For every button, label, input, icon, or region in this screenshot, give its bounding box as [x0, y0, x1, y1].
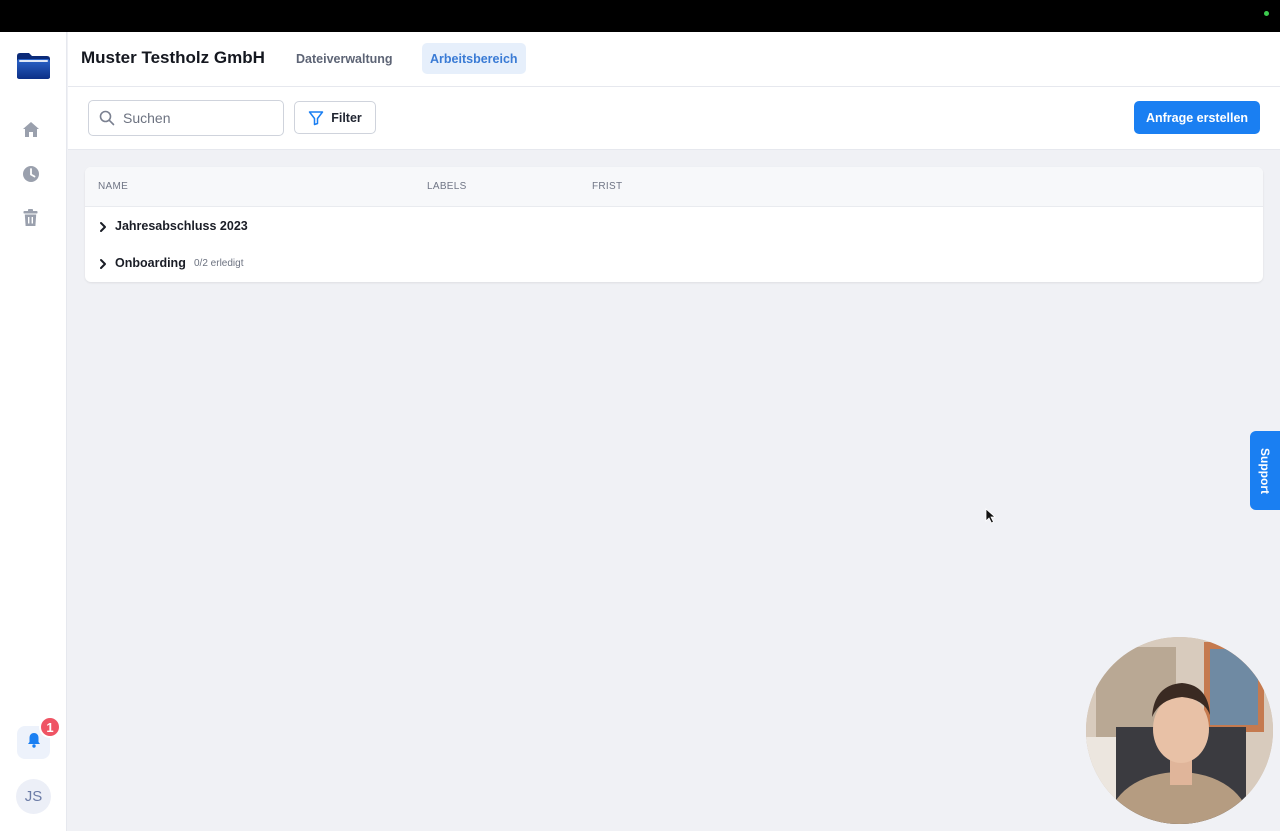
table-header: NAME LABELS FRIST [85, 167, 1263, 207]
table-row[interactable]: Onboarding 0/2 erledigt [85, 245, 1263, 281]
search-input[interactable] [123, 110, 273, 126]
tab-dateiverwaltung[interactable]: Dateiverwaltung [288, 43, 401, 74]
support-tab[interactable]: Support [1250, 431, 1280, 510]
create-request-button[interactable]: Anfrage erstellen [1134, 101, 1260, 134]
chevron-right-icon[interactable] [97, 257, 109, 269]
row-name: Jahresabschluss 2023 [115, 219, 248, 233]
system-top-bar [0, 0, 1280, 32]
user-avatar[interactable]: JS [16, 779, 51, 814]
workspace-table: NAME LABELS FRIST Jahresabschluss 2023 O… [85, 167, 1263, 282]
app-header: Muster Testholz GmbH Dateiverwaltung Arb… [68, 32, 1280, 87]
search-icon [99, 110, 115, 126]
webcam-overlay [1086, 637, 1273, 824]
folder-logo-icon[interactable] [16, 52, 51, 80]
table-row[interactable]: Jahresabschluss 2023 [85, 208, 1263, 244]
column-header-labels[interactable]: LABELS [427, 181, 467, 192]
home-icon[interactable] [20, 119, 41, 140]
chevron-right-icon[interactable] [97, 220, 109, 232]
filter-label: Filter [331, 110, 362, 125]
sidebar: 1 JS [0, 32, 67, 831]
filter-button[interactable]: Filter [294, 101, 376, 134]
camera-indicator-dot [1264, 11, 1269, 16]
mouse-cursor-icon [985, 508, 997, 524]
clock-icon[interactable] [20, 163, 41, 184]
company-name: Muster Testholz GmbH [81, 48, 265, 67]
bell-icon [27, 732, 41, 753]
trash-icon[interactable] [20, 207, 41, 228]
toolbar: Filter Anfrage erstellen [68, 87, 1280, 150]
filter-funnel-icon [308, 110, 324, 126]
notification-count-badge: 1 [39, 716, 61, 738]
support-label: Support [1258, 447, 1272, 494]
column-header-name[interactable]: NAME [98, 181, 128, 192]
row-name: Onboarding [115, 256, 186, 270]
row-progress-text: 0/2 erledigt [194, 257, 244, 269]
tab-arbeitsbereich[interactable]: Arbeitsbereich [422, 43, 526, 74]
column-header-frist[interactable]: FRIST [592, 181, 622, 192]
search-box[interactable] [88, 100, 284, 136]
